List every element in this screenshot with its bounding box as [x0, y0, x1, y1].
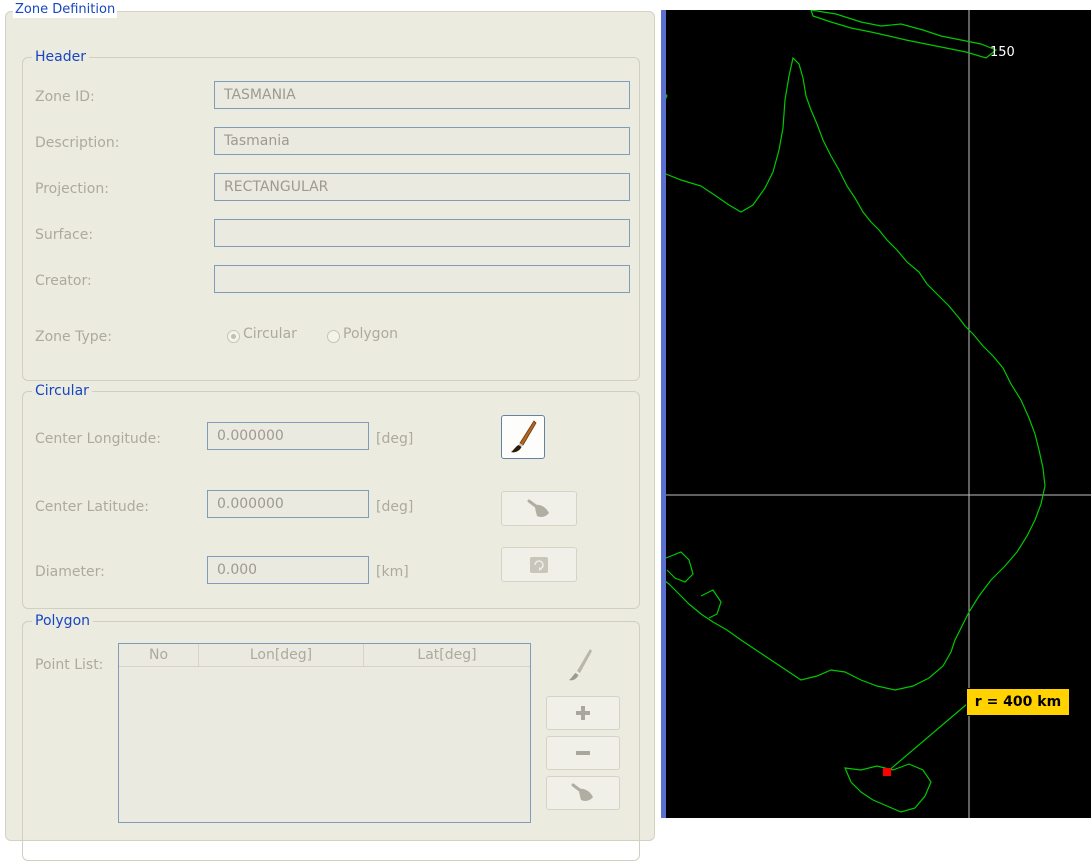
column-header-no[interactable]: No	[119, 644, 199, 666]
draw-circle-button[interactable]	[501, 415, 545, 459]
center-longitude-label: Center Longitude:	[35, 431, 161, 447]
draw-polygon-button[interactable]	[560, 645, 600, 685]
clear-polygon-button[interactable]	[546, 776, 620, 810]
paintbrush-icon	[511, 420, 537, 453]
projection-field[interactable]: RECTANGULAR	[214, 173, 630, 201]
diameter-unit: [km]	[376, 564, 409, 580]
header-group-title: Header	[32, 48, 89, 66]
point-list-label: Point List:	[35, 657, 104, 673]
polygon-radio-label[interactable]: Polygon	[343, 325, 398, 343]
coastline-gulf-2	[700, 589, 722, 619]
remove-point-button[interactable]	[546, 736, 620, 770]
radius-label: r = 400 km	[966, 688, 1070, 716]
point-list-table[interactable]: No Lon[deg] Lat[deg]	[118, 643, 531, 823]
map-view[interactable]: 150 r = 400 km	[661, 0, 1091, 818]
radius-leader-line	[886, 703, 968, 773]
polygon-group-title: Polygon	[32, 612, 94, 630]
plus-icon	[576, 706, 590, 720]
map-top-border	[661, 0, 1091, 10]
table-header-divider	[119, 666, 530, 667]
longitude-label: 150	[990, 45, 1015, 60]
zone-center-marker[interactable]	[883, 768, 891, 776]
circular-radio-label[interactable]: Circular	[243, 325, 297, 343]
header-group: Header Zone ID: TASMANIA Description: Ta…	[22, 48, 640, 381]
description-field[interactable]: Tasmania	[214, 127, 630, 155]
zone-editor-panel: Zone Definition Header Zone ID: TASMANIA…	[0, 0, 661, 861]
surface-label: Surface:	[35, 227, 94, 243]
diameter-field[interactable]: 0.000	[207, 556, 369, 584]
creator-field[interactable]	[214, 265, 630, 293]
circular-group-title: Circular	[32, 382, 92, 400]
circular-radio[interactable]	[227, 330, 240, 343]
broom-icon	[571, 783, 593, 801]
projection-label: Projection:	[35, 181, 109, 197]
polygon-radio[interactable]	[327, 330, 340, 343]
surface-field[interactable]	[214, 219, 630, 247]
minus-icon	[576, 751, 590, 755]
broom-icon	[527, 499, 549, 517]
add-point-button[interactable]	[546, 696, 620, 730]
diameter-label: Diameter:	[35, 564, 105, 580]
circular-group: Circular Center Longitude: 0.000000 [deg…	[22, 382, 640, 609]
panel-splitter[interactable]	[661, 10, 666, 818]
clear-circle-button[interactable]	[501, 491, 577, 526]
refresh-circle-button[interactable]	[501, 547, 577, 582]
coastline-new-guinea	[810, 9, 998, 59]
description-label: Description:	[35, 135, 120, 151]
center-longitude-unit: [deg]	[376, 431, 414, 447]
coastline-australia	[661, 56, 1046, 691]
zone-id-label: Zone ID:	[35, 89, 95, 105]
refresh-icon	[530, 556, 548, 573]
zone-id-field[interactable]: TASMANIA	[214, 81, 630, 109]
center-latitude-unit: [deg]	[376, 499, 414, 515]
center-latitude-label: Center Latitude:	[35, 499, 149, 515]
center-longitude-field[interactable]: 0.000000	[207, 422, 369, 450]
center-latitude-field[interactable]: 0.000000	[207, 490, 369, 518]
zone-type-label: Zone Type:	[35, 329, 112, 345]
column-header-lon[interactable]: Lon[deg]	[199, 644, 364, 666]
creator-label: Creator:	[35, 273, 92, 289]
column-header-lat[interactable]: Lat[deg]	[364, 644, 530, 666]
paintbrush-icon	[569, 649, 592, 681]
zone-definition-title: Zone Definition	[13, 2, 118, 18]
